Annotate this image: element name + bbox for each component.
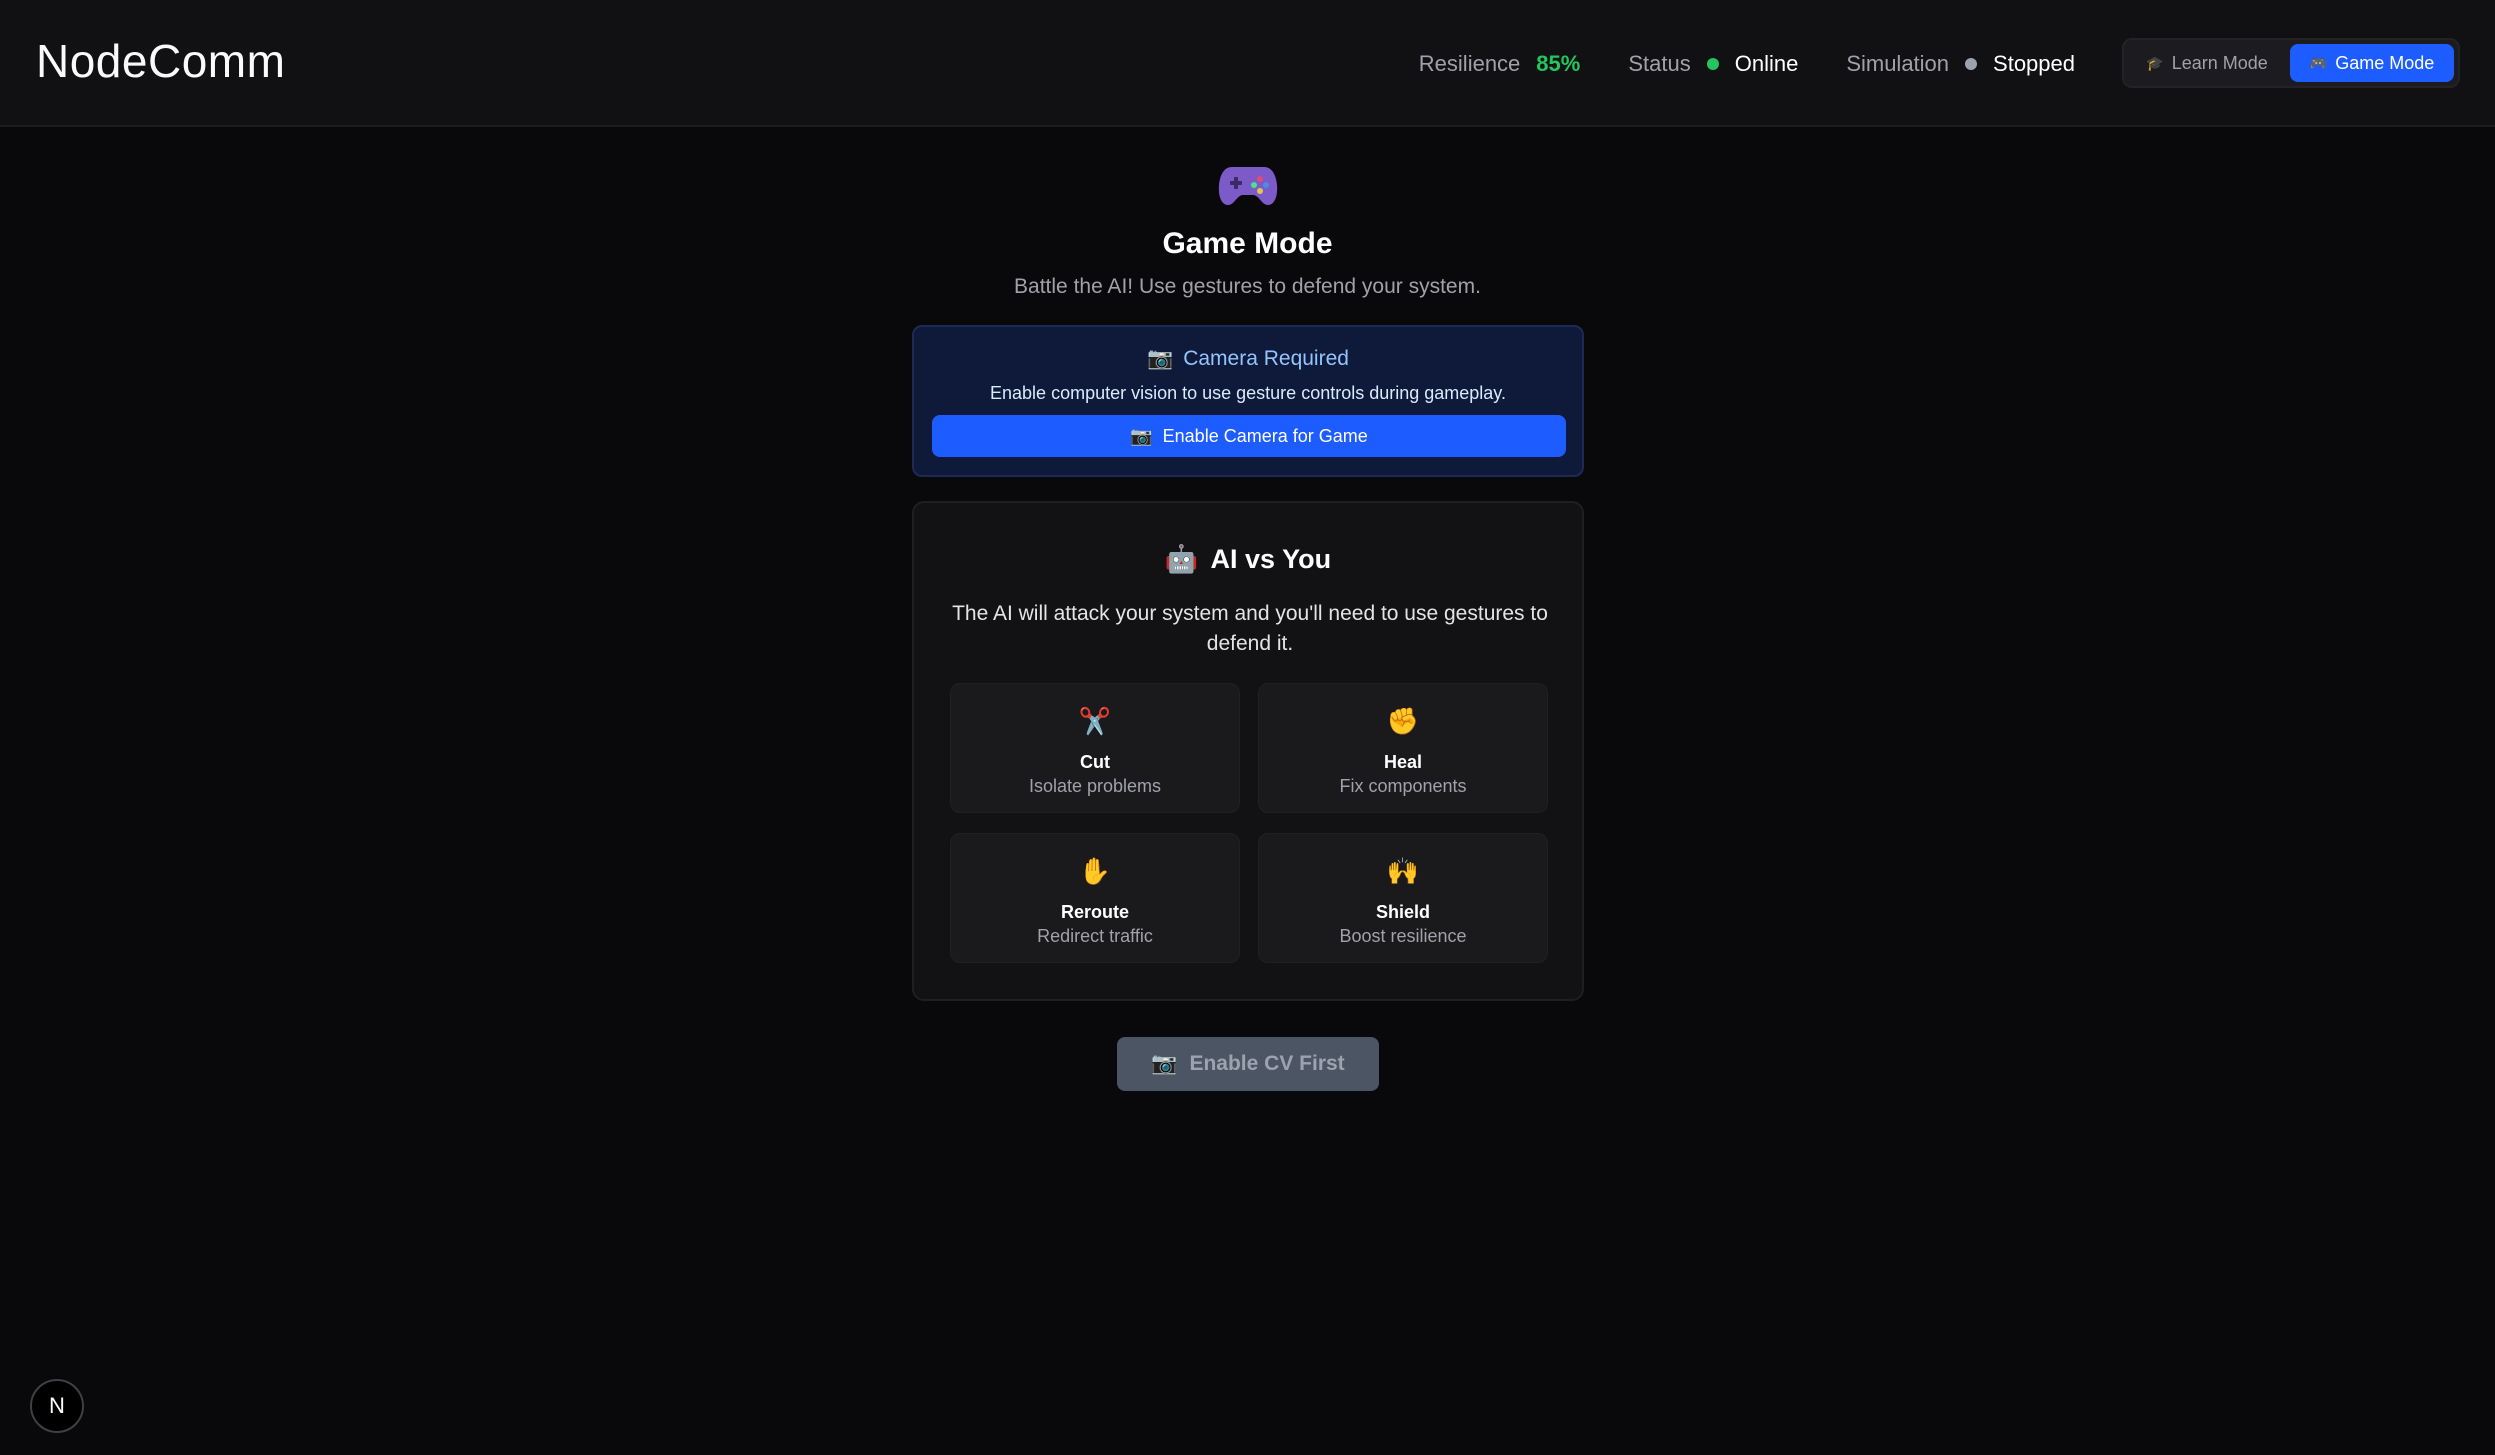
cv-camera-icon: 📷 [1151,1052,1178,1075]
stopped-dot-icon [1965,57,1978,70]
gesture-desc: Redirect traffic [1037,926,1153,946]
simulation-label: Simulation [1846,50,1950,76]
camera-title: Camera Required [1183,347,1349,370]
resilience-label: Resilience [1418,50,1521,76]
enable-cv-label: Enable CV First [1189,1052,1345,1075]
learn-mode-button[interactable]: 🎓 Learn Mode [2128,44,2286,82]
ai-vs-you-card: 🤖 AI vs You The AI will attack your syst… [912,501,1584,1001]
gesture-card-heal: ✊ Heal Fix components [1258,683,1548,813]
top-header: NodeComm Resilience 85% Status Online Si… [0,0,2495,127]
gesture-desc: Boost resilience [1339,926,1467,946]
gesture-card-shield: 🙌 Shield Boost resilience [1258,833,1548,963]
robot-icon: 🤖 [1164,544,1199,574]
enable-camera-button[interactable]: 📷 Enable Camera for Game [932,415,1566,457]
game-mode-button[interactable]: 🎮 Game Mode [2290,44,2454,82]
simulation-stat: Simulation Stopped [1846,51,2075,77]
camera-title-row: 📷 Camera Required [914,347,1582,371]
fist-icon: ✊ [1386,706,1420,736]
online-dot-icon [1706,57,1719,70]
camera-subtitle: Enable computer vision to use gesture co… [990,383,1506,403]
mode-toggle: 🎓 Learn Mode 🎮 Game Mode [2122,38,2460,88]
gesture-name: Heal [1383,752,1423,772]
gesture-name: Cut [1080,752,1110,772]
raised-hands-icon: 🙌 [1386,856,1420,886]
status-value: Online [1734,50,1799,76]
camera-icon: 📷 [1147,347,1174,370]
learn-mode-icon: 🎓 [2146,54,2164,71]
gesture-card-reroute: ✋ Reroute Redirect traffic [950,833,1240,963]
camera-button-icon: 📷 [1130,425,1153,446]
resilience-stat: Resilience 85% [1419,51,1581,77]
resilience-value: 85% [1536,50,1581,76]
scissors-icon: ✂️ [1078,706,1112,736]
gesture-name: Shield [1375,902,1430,922]
enable-cv-first-button[interactable]: 📷 Enable CV First [1117,1037,1379,1091]
status-bar: Resilience 85% Status Online Simulation … [1419,0,2075,127]
learn-mode-label: Learn Mode [2171,52,2268,73]
framework-badge[interactable]: N [30,1379,84,1433]
status-stat: Status Online [1628,51,1798,77]
gesture-card-cut: ✂️ Cut Isolate problems [950,683,1240,813]
simulation-value: Stopped [1993,50,2075,76]
enable-camera-label: Enable Camera for Game [1162,425,1368,446]
camera-required-card: 📷 Camera Required Enable computer vision… [912,325,1584,477]
gamepad-icon [1218,167,1278,205]
page-title: Game Mode [1162,227,1333,260]
ai-title: AI vs You [1210,543,1332,574]
status-label: Status [1628,50,1691,76]
gesture-desc: Fix components [1339,776,1467,796]
brand-logo: NodeComm [36,35,286,87]
gesture-desc: Isolate problems [1028,776,1162,796]
open-hand-icon: ✋ [1078,856,1112,886]
ai-title-row: 🤖 AI vs You [914,543,1582,575]
game-mode-icon: 🎮 [2309,54,2328,71]
ai-description: The AI will attack your system and you'l… [952,602,1548,655]
game-mode-label: Game Mode [2335,52,2435,73]
gesture-name: Reroute [1060,902,1129,922]
page-subtitle: Battle the AI! Use gestures to defend yo… [1014,275,1481,298]
